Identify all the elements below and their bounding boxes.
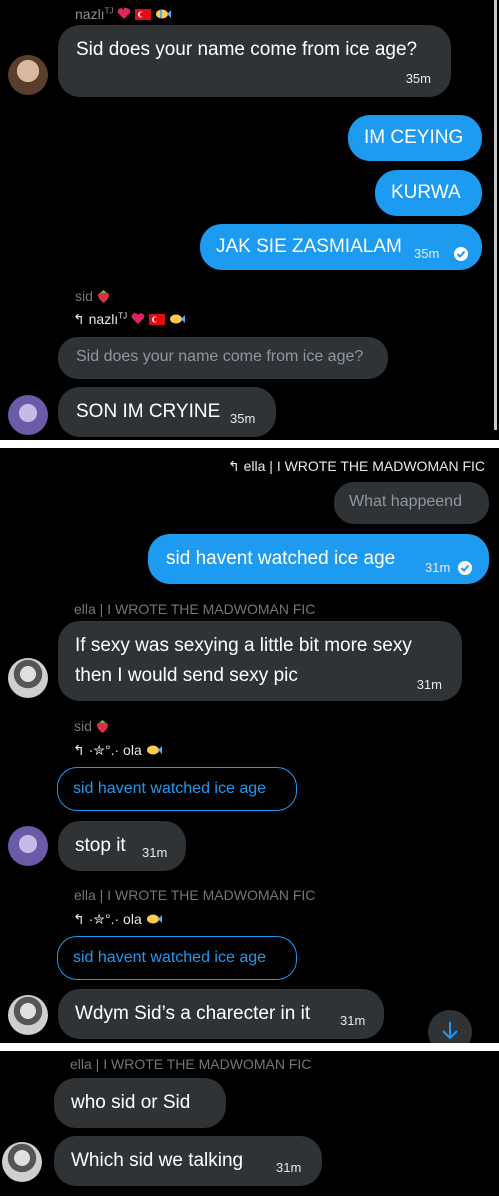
scroll-down-icon: [442, 1022, 458, 1040]
strawberry-icon: [96, 719, 109, 736]
message-time: 31m: [425, 560, 451, 575]
message-text: KURWA: [391, 182, 461, 203]
incoming-message-bubble[interactable]: Which sid we talking 31m: [54, 1136, 322, 1186]
incoming-message-bubble[interactable]: who sid or Sid: [54, 1078, 226, 1128]
message-text: sid havent watched ice age: [166, 548, 396, 569]
turkey-flag-icon: [135, 7, 152, 23]
incoming-message-bubble[interactable]: SON IM CRYINE 35m: [58, 387, 276, 437]
outgoing-message-bubble[interactable]: sid havent watched ice age 31m: [148, 534, 489, 584]
message-time: 31m: [340, 1013, 366, 1028]
tropical-fish-icon: [146, 743, 162, 759]
message-time: 31m: [416, 677, 442, 692]
quoted-message[interactable]: sid havent watched ice age: [57, 936, 297, 980]
sender-name: sid: [74, 718, 109, 736]
screenshot-panel-2: ↰ ella | I WROTE THE MADWOMAN FIC What h…: [0, 448, 499, 1043]
avatar[interactable]: [8, 826, 48, 866]
reply-arrow-icon: ↰: [73, 742, 85, 758]
message-text: JAK SIE ZASMIALAM: [216, 236, 402, 257]
message-text: SON IM CRYINE: [76, 401, 221, 422]
heart-fire-icon: [117, 7, 131, 23]
quoted-message[interactable]: Sid does your name come from ice age?: [58, 337, 388, 379]
heart-fire-icon: [131, 312, 145, 328]
tropical-fish-icon: [155, 7, 172, 23]
incoming-message-bubble[interactable]: stop it 31m: [58, 821, 186, 871]
sender-name: ella | I WROTE THE MADWOMAN FIC: [74, 601, 316, 617]
tropical-fish-icon: [169, 312, 185, 328]
screenshot-panel-1: nazlıTJ Sid does your name come from ice…: [0, 0, 499, 440]
read-check-icon: [454, 247, 468, 261]
strawberry-icon: [97, 289, 110, 306]
outgoing-message-bubble[interactable]: JAK SIE ZASMIALAM 35m: [200, 224, 482, 270]
quoted-message[interactable]: What happeend: [334, 482, 489, 524]
outgoing-message-bubble[interactable]: IM CEYING: [348, 115, 482, 161]
avatar[interactable]: [8, 658, 48, 698]
sender-name: ella | I WROTE THE MADWOMAN FIC: [70, 1056, 312, 1072]
reply-context: ↰ ella | I WROTE THE MADWOMAN FIC: [227, 458, 485, 474]
message-text: Wdym Sid’s a charecter in it: [75, 1003, 311, 1024]
message-time: 31m: [276, 1160, 302, 1175]
reply-arrow-icon: ↰: [227, 458, 240, 474]
sender-name: nazlıTJ: [75, 6, 172, 23]
screenshot-panel-3: ella | I WROTE THE MADWOMAN FIC who sid …: [0, 1051, 499, 1196]
scrollbar[interactable]: [494, 0, 497, 430]
reply-context: ↰ ·✮°.· ola: [73, 911, 162, 928]
message-time: 35m: [414, 246, 440, 261]
avatar[interactable]: [8, 55, 48, 95]
outgoing-message-bubble[interactable]: KURWA: [375, 170, 482, 216]
message-text: who sid or Sid: [71, 1092, 191, 1113]
avatar[interactable]: [8, 995, 48, 1035]
incoming-message-bubble[interactable]: Sid does your name come from ice age? 35…: [58, 25, 451, 97]
message-time: 31m: [142, 845, 168, 860]
reply-arrow-icon: ↰: [73, 911, 85, 927]
reply-context: ↰ ·✮°.· ola: [73, 742, 162, 759]
reply-context: ↰ nazlıTJ: [73, 311, 185, 328]
tropical-fish-icon: [146, 912, 162, 928]
turkey-flag-icon: [148, 312, 165, 328]
incoming-message-bubble[interactable]: Wdym Sid’s a charecter in it 31m: [58, 989, 384, 1039]
incoming-message-bubble[interactable]: If sexy was sexying a little bit more se…: [58, 621, 462, 701]
avatar[interactable]: [8, 395, 48, 435]
reply-arrow-icon: ↰: [73, 311, 85, 327]
message-text: Which sid we talking: [71, 1150, 244, 1171]
message-text: stop it: [75, 835, 126, 856]
scroll-down-button[interactable]: [428, 1010, 472, 1043]
sender-name: sid: [75, 288, 110, 306]
sender-name: ella | I WROTE THE MADWOMAN FIC: [74, 887, 316, 903]
read-check-icon: [458, 561, 472, 575]
avatar[interactable]: [2, 1142, 42, 1182]
message-time: 35m: [230, 411, 256, 426]
message-text: Sid does your name come from ice age?: [76, 39, 418, 60]
message-time: 35m: [405, 71, 431, 86]
message-text: If sexy was sexying a little bit more se…: [75, 635, 412, 656]
message-text: then I would send sexy pic: [75, 665, 298, 686]
quoted-message[interactable]: sid havent watched ice age: [57, 767, 297, 811]
message-text: IM CEYING: [364, 127, 464, 148]
